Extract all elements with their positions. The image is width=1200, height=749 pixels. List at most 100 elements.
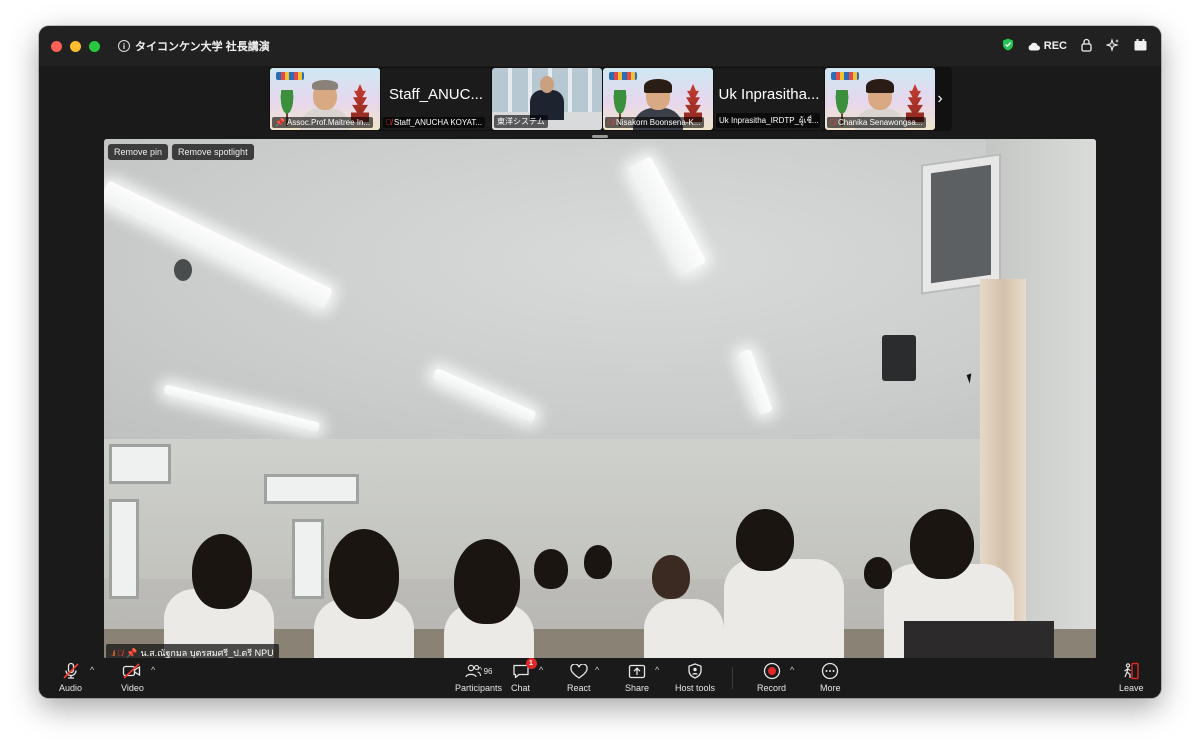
- share-options-chevron-icon[interactable]: ^: [655, 665, 659, 675]
- mic-muted-icon: 🎙̸: [117, 648, 124, 658]
- video-off-icon: [122, 661, 142, 681]
- cloud-icon: [1028, 42, 1040, 50]
- record-icon: [763, 661, 781, 681]
- fullscreen-window-button[interactable]: [89, 40, 100, 52]
- participant-face: [644, 79, 672, 110]
- thumbnail-participant-4[interactable]: 🎙̸ Nisakorn Boonsena-K...: [603, 68, 713, 130]
- wall-speaker: [882, 335, 916, 381]
- ai-companion-sparkle-icon[interactable]: [1105, 37, 1120, 55]
- chevron-right-icon[interactable]: ›: [930, 67, 950, 131]
- record-label: Record: [757, 683, 787, 693]
- student-head: [534, 549, 568, 589]
- student-head: [192, 534, 252, 609]
- audio-button[interactable]: Audio: [59, 661, 82, 693]
- thumbnail-participant-3[interactable]: 東洋システム: [492, 68, 602, 130]
- audio-label: Audio: [59, 683, 83, 693]
- share-button[interactable]: Share: [625, 661, 649, 693]
- audio-options-chevron-icon[interactable]: ^: [90, 665, 94, 675]
- close-window-button[interactable]: [51, 40, 62, 52]
- thumbnail-participant-5[interactable]: Uk Inprasitha... Uk Inprasitha_IRDTP_ผู้…: [714, 68, 824, 130]
- more-label: More: [820, 683, 841, 693]
- signal-strength-icon: .ıl: [111, 648, 115, 658]
- info-icon[interactable]: i: [118, 40, 130, 52]
- video-button[interactable]: Video: [121, 661, 144, 693]
- meeting-info[interactable]: i タイコンケン大学 社長講演: [118, 38, 270, 54]
- student-head: [329, 529, 399, 619]
- thumbnail-name-label: 📌 Assoc.Prof.Maitree In...: [272, 117, 374, 128]
- thumbnail-participant-1[interactable]: 📌 Assoc.Prof.Maitree In...: [270, 68, 380, 130]
- title-bar-right: REC: [1002, 26, 1147, 66]
- encryption-shield-icon[interactable]: [1002, 38, 1014, 54]
- host-tools-button[interactable]: Host tools: [675, 661, 715, 693]
- chat-button[interactable]: 1 Chat: [511, 658, 537, 693]
- video-pin-controls: Remove pin Remove spotlight: [108, 144, 254, 160]
- thumbnail-name-label: 🎙̸ Staff_ANUCHA KOYAT...: [383, 117, 486, 128]
- thumbnail-participant-6[interactable]: 🎙̸ Chanika Senawongsa...: [825, 68, 935, 130]
- minimize-window-button[interactable]: [70, 40, 81, 52]
- main-video[interactable]: [104, 139, 1096, 659]
- participant-face: [312, 80, 338, 110]
- student-body: [644, 599, 724, 659]
- video-label: Video: [121, 683, 144, 693]
- participant-face: [540, 76, 554, 93]
- meeting-title: タイコンケン大学 社長講演: [135, 41, 270, 53]
- chat-icon: 1: [512, 658, 537, 681]
- participants-count: 96: [483, 666, 493, 676]
- student-head: [864, 557, 892, 589]
- pin-icon: 📌: [275, 118, 285, 127]
- zoom-window: i タイコンケン大学 社長講演 REC 📌 Assoc.Prof.Maitree…: [39, 26, 1161, 698]
- participant-thumbnail-strip: 📌 Assoc.Prof.Maitree In... Staff_ANUC...…: [269, 67, 952, 131]
- thumbnail-big-name: Staff_ANUC...: [389, 86, 483, 103]
- thumbnail-participant-2[interactable]: Staff_ANUC... 🎙̸ Staff_ANUCHA KOYAT...: [381, 68, 491, 130]
- thumbnail-name-label: Uk Inprasitha_IRDTP_ผู้เชี่...: [716, 113, 820, 128]
- student-head: [652, 555, 690, 599]
- host-tools-label: Host tools: [675, 683, 716, 693]
- lock-icon[interactable]: [1081, 38, 1092, 55]
- more-ellipsis-icon: [821, 661, 839, 681]
- security-camera: [174, 259, 192, 281]
- participants-label: Participants: [455, 683, 503, 693]
- chat-unread-badge: 1: [525, 658, 537, 669]
- strip-resize-handle[interactable]: [592, 135, 608, 138]
- chat-options-chevron-icon[interactable]: ^: [539, 665, 543, 675]
- students-group: [104, 489, 1096, 659]
- react-button[interactable]: React: [567, 661, 591, 693]
- chat-label: Chat: [511, 683, 531, 693]
- participant-face: [866, 79, 894, 110]
- pin-icon: 📌: [126, 647, 138, 658]
- remove-spotlight-button[interactable]: Remove spotlight: [172, 144, 254, 160]
- toolbar-divider: [732, 667, 733, 689]
- student-head: [584, 545, 612, 579]
- student-head: [454, 539, 520, 624]
- classroom-window: [109, 444, 171, 484]
- more-button[interactable]: More: [820, 661, 841, 693]
- view-layout-icon[interactable]: [1134, 38, 1147, 54]
- thumbnail-name-label: 東洋システム: [494, 115, 548, 128]
- record-options-chevron-icon[interactable]: ^: [790, 665, 794, 675]
- air-conditioner: [921, 153, 1001, 295]
- participants-options-chevron-icon[interactable]: ^: [478, 665, 482, 675]
- host-shield-icon: [688, 661, 702, 681]
- video-options-chevron-icon[interactable]: ^: [151, 665, 155, 675]
- leave-button[interactable]: Leave: [1119, 661, 1144, 693]
- react-label: React: [567, 683, 591, 693]
- mic-muted-icon: 🎙̸: [386, 118, 392, 127]
- mic-muted-icon: 🎙̸: [608, 118, 614, 127]
- leave-label: Leave: [1119, 683, 1144, 693]
- mic-muted-icon: [62, 661, 80, 681]
- student-laptop: [904, 621, 1054, 659]
- heart-icon: [570, 661, 588, 681]
- leave-door-icon: [1122, 661, 1140, 681]
- thumbnail-name-label: 🎙̸ Chanika Senawongsa...: [827, 117, 926, 128]
- share-screen-icon: [628, 661, 646, 681]
- thumbnail-big-name: Uk Inprasitha...: [718, 86, 820, 103]
- window-controls: [51, 40, 100, 52]
- student-head: [736, 509, 794, 571]
- cloud-recording-indicator[interactable]: REC: [1028, 40, 1067, 52]
- remove-pin-button[interactable]: Remove pin: [108, 144, 169, 160]
- react-options-chevron-icon[interactable]: ^: [595, 665, 599, 675]
- record-button[interactable]: Record: [757, 661, 786, 693]
- student-body: [724, 559, 844, 659]
- mic-muted-icon: 🎙̸: [830, 118, 836, 127]
- meeting-toolbar: Audio ^ Video ^ 96 Participants ^ 1 Chat…: [39, 658, 1161, 698]
